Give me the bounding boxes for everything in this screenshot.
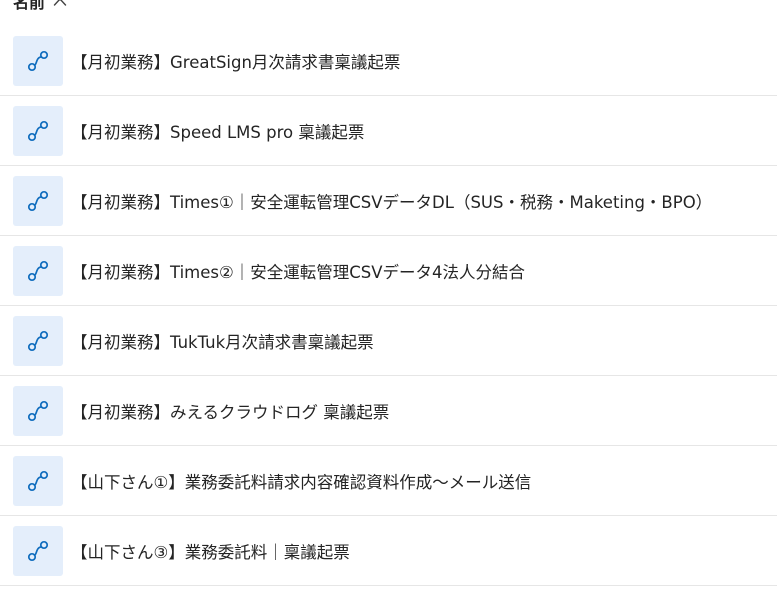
flow-name[interactable]: 【月初業務】Times①｜安全運転管理CSVデータDL（SUS・税務・Maket… (71, 189, 712, 213)
flow-row[interactable]: 【月初業務】みえるクラウドログ 稟議起票 (0, 376, 777, 446)
flow-name[interactable]: 【月初業務】Times②｜安全運転管理CSVデータ4法人分結合 (71, 259, 525, 283)
flow-row[interactable]: 【月初業務】Speed LMS pro 稟議起票 (0, 96, 777, 166)
name-column-header[interactable]: 名前 (13, 0, 67, 12)
flow-row[interactable]: 【山下さん③】業務委託料｜稟議起票 (0, 516, 777, 586)
flow-name[interactable]: 【月初業務】Speed LMS pro 稟議起票 (71, 119, 364, 143)
flow-name[interactable]: 【山下さん③】業務委託料｜稟議起票 (71, 539, 350, 563)
flow-connector-icon (13, 455, 63, 506)
flow-connector-icon (13, 525, 63, 576)
flow-connector-icon (13, 385, 63, 436)
flow-connector-icon (13, 105, 63, 156)
flow-row[interactable]: 【月初業務】Times②｜安全運転管理CSVデータ4法人分結合 (0, 236, 777, 306)
flow-name[interactable]: 【月初業務】GreatSign月次請求書稟議起票 (71, 49, 400, 73)
flow-name[interactable]: 【山下さん①】業務委託料請求内容確認資料作成～メール送信 (71, 469, 531, 493)
flow-connector-icon (13, 35, 63, 86)
flow-name[interactable]: 【月初業務】みえるクラウドログ 稟議起票 (71, 399, 389, 423)
flow-row[interactable]: 【月初業務】TukTuk月次請求書稟議起票 (0, 306, 777, 376)
name-column-label: 名前 (13, 0, 46, 12)
flow-connector-icon (13, 175, 63, 226)
flow-connector-icon (13, 315, 63, 366)
flow-row[interactable]: 【山下さん①】業務委託料請求内容確認資料作成～メール送信 (0, 446, 777, 516)
chevron-up-icon[interactable] (53, 0, 67, 8)
flow-name[interactable]: 【月初業務】TukTuk月次請求書稟議起票 (71, 329, 374, 353)
flow-list: 【月初業務】GreatSign月次請求書稟議起票 【月初業務】Speed LMS… (0, 26, 777, 586)
flow-connector-icon (13, 245, 63, 296)
flow-row[interactable]: 【月初業務】GreatSign月次請求書稟議起票 (0, 26, 777, 96)
flow-row[interactable]: 【月初業務】Times①｜安全運転管理CSVデータDL（SUS・税務・Maket… (0, 166, 777, 236)
